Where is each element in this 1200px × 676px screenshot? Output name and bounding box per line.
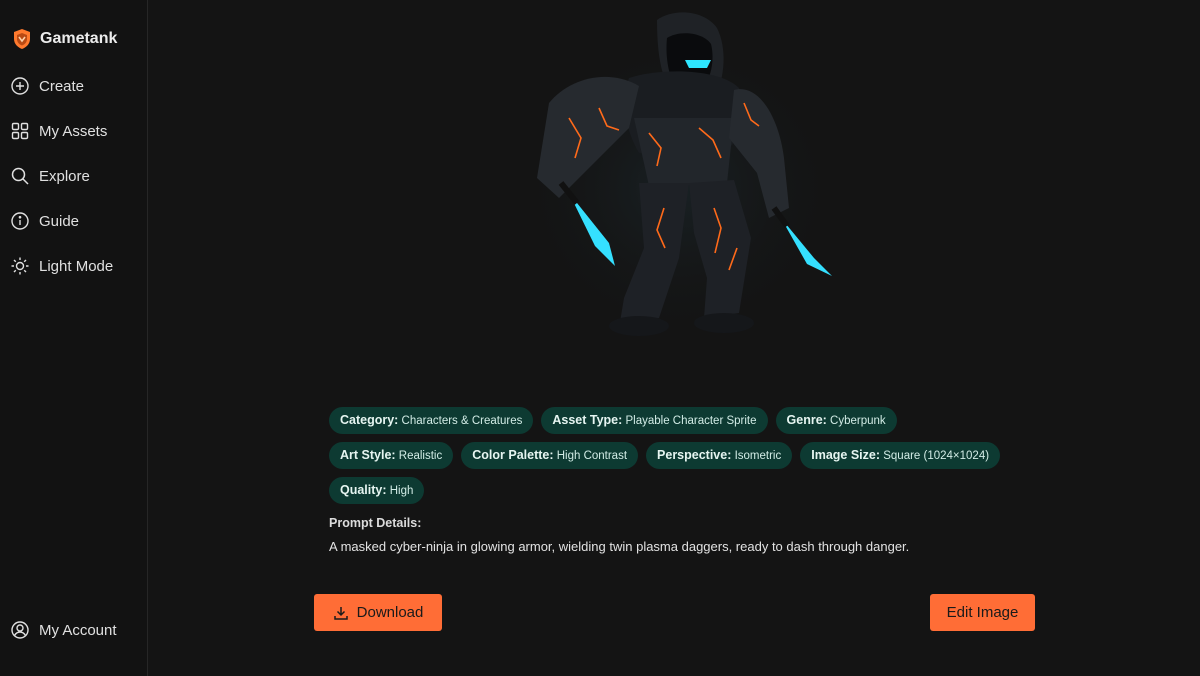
sidebar-item-label: Light Mode xyxy=(39,257,114,275)
main-content: Category: Characters & Creatures Asset T… xyxy=(149,0,1200,676)
brand[interactable]: Gametank xyxy=(12,28,117,50)
tag-color-palette: Color Palette: High Contrast xyxy=(461,442,639,469)
user-circle-icon xyxy=(11,621,29,639)
plus-circle-icon xyxy=(11,77,29,95)
edit-image-button-label: Edit Image xyxy=(946,604,1019,621)
sidebar-item-light-mode[interactable]: Light Mode xyxy=(10,256,113,276)
gametank-logo-icon xyxy=(14,29,30,49)
sidebar-item-guide[interactable]: Guide xyxy=(10,211,79,231)
sun-icon xyxy=(11,257,29,275)
tag-quality: Quality: High xyxy=(329,477,425,504)
sidebar-item-label: Explore xyxy=(39,167,90,185)
tag-row: Category: Characters & Creatures Asset T… xyxy=(329,407,1029,434)
edit-image-button[interactable]: Edit Image xyxy=(930,594,1035,631)
tag-row: Quality: High xyxy=(329,477,1029,504)
asset-preview-image[interactable] xyxy=(489,8,859,348)
asset-tags: Category: Characters & Creatures Asset T… xyxy=(329,407,1029,512)
sidebar-item-my-assets[interactable]: My Assets xyxy=(10,121,107,141)
sidebar-item-label: Guide xyxy=(39,212,80,230)
sidebar-item-label: My Assets xyxy=(39,122,108,140)
tag-art-style: Art Style: Realistic xyxy=(329,442,454,469)
tag-image-size: Image Size: Square (1024×1024) xyxy=(800,442,1001,469)
tag-perspective: Perspective: Isometric xyxy=(646,442,793,469)
prompt-details-label: Prompt Details: xyxy=(329,516,422,530)
grid-icon xyxy=(11,122,29,140)
sidebar: Gametank Create My Assets Explore Guide … xyxy=(0,0,148,676)
sidebar-item-my-account[interactable]: My Account xyxy=(10,620,117,640)
prompt-details-text: A masked cyber-ninja in glowing armor, w… xyxy=(329,539,910,554)
sidebar-item-label: My Account xyxy=(39,621,117,639)
download-button-label: Download xyxy=(356,604,424,621)
sidebar-item-label: Create xyxy=(39,77,85,95)
tag-row: Art Style: Realistic Color Palette: High… xyxy=(329,442,1029,469)
info-icon xyxy=(11,212,29,230)
brand-name: Gametank xyxy=(40,30,118,47)
download-button[interactable]: Download xyxy=(314,594,442,631)
sidebar-item-explore[interactable]: Explore xyxy=(10,166,90,186)
tag-genre: Genre: Cyberpunk xyxy=(775,407,897,434)
download-icon xyxy=(333,606,348,620)
sidebar-item-create[interactable]: Create xyxy=(10,76,84,96)
tag-asset-type: Asset Type: Playable Character Sprite xyxy=(541,407,768,434)
search-icon xyxy=(11,167,29,185)
tag-category: Category: Characters & Creatures xyxy=(329,407,534,434)
